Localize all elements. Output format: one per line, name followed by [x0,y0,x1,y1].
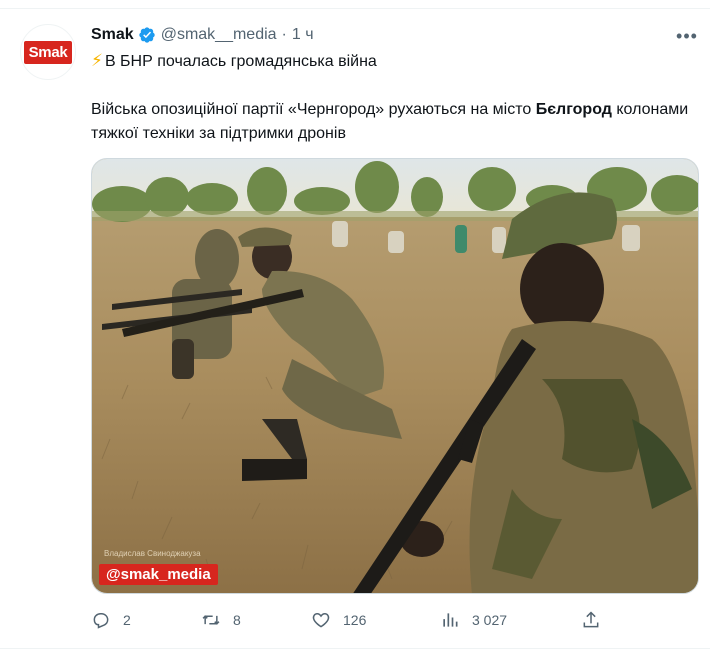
body-text-bold: Бєлгород [535,101,612,118]
like-button[interactable]: 126 [311,607,366,633]
repost-count: 8 [233,612,241,628]
repost-icon [202,615,220,625]
timestamp[interactable]: 1 ч [292,26,314,44]
tweet-card[interactable]: Smak Smak @smak__media · 1 ч ••• ⚡ В БНР … [0,0,710,655]
action-bar: 2 8 126 3 027 [91,607,611,633]
repost-button[interactable]: 8 [201,607,241,633]
reply-count: 2 [123,612,131,628]
photo-soldiers [92,159,698,593]
verified-icon [139,27,155,43]
views-button[interactable]: 3 027 [440,607,507,633]
like-count: 126 [343,612,367,628]
author-handle[interactable]: @smak__media [161,26,277,44]
reply-button[interactable]: 2 [91,607,131,633]
author-name[interactable]: Smak [91,26,134,44]
tweet-body: Війська опозиційної партії «Чернгород» р… [91,98,691,146]
avatar-logo: Smak [23,40,73,64]
tweet-image[interactable] [91,158,699,594]
headline-text: В БНР почалась громадянська війна [104,53,377,70]
body-text-1: Війська опозиційної партії «Чернгород» р… [91,101,536,118]
divider-top [0,8,710,9]
views-count: 3 027 [472,612,508,628]
media-watermark: @smak_media [99,564,218,585]
separator-dot: · [281,26,287,43]
lightning-icon: ⚡ [91,51,103,70]
tweet-headline: ⚡ В БНР почалась громадянська війна [91,51,377,72]
more-icon[interactable]: ••• [668,26,706,46]
divider-bottom [0,648,710,649]
reply-icon [93,613,109,629]
share-button[interactable] [581,607,613,633]
views-icon [443,613,458,627]
tweet-header: Smak @smak__media · 1 ч [91,23,314,47]
like-icon [312,612,330,628]
avatar[interactable]: Smak [20,24,76,80]
share-icon [583,611,599,628]
photo-credit: Владислав Свиноджакуза [104,549,201,558]
